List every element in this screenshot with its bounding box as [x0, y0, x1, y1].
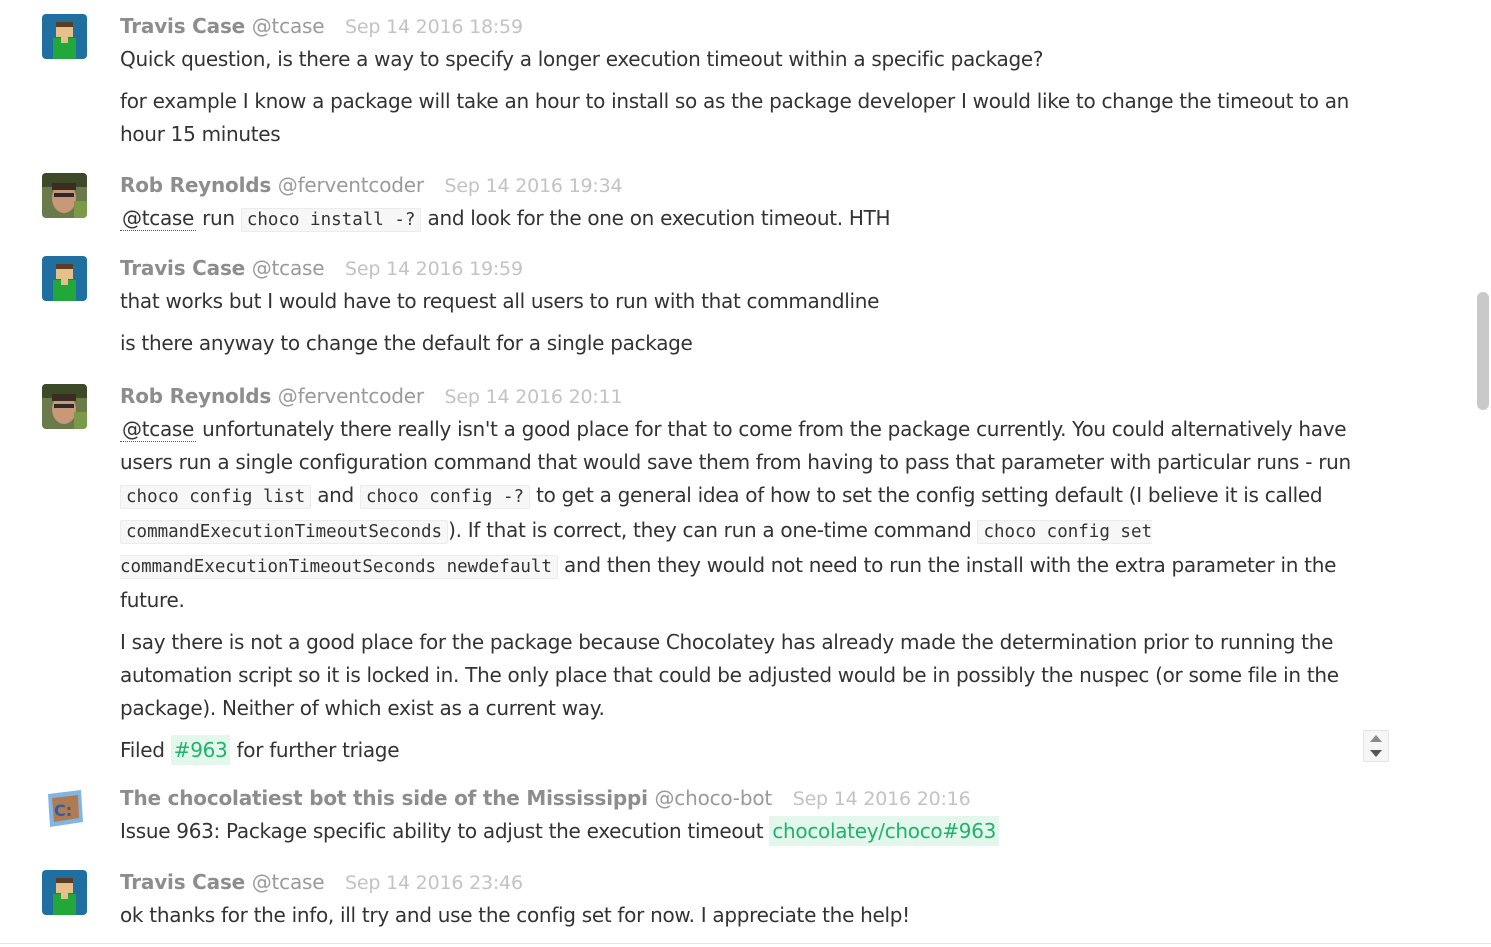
avatar[interactable] — [42, 870, 87, 915]
message-body: ok thanks for the info, ill try and use … — [120, 899, 1395, 941]
author-handle[interactable]: @choco-bot — [655, 786, 773, 810]
message-text: unfortunately there really isn't a good … — [120, 417, 1351, 474]
avatar[interactable] — [42, 384, 87, 429]
message-header: Rob Reynolds @ferventcoder Sep 14 2016 1… — [120, 171, 623, 199]
message-body: @tcase unfortunately there really isn't … — [120, 413, 1395, 776]
message-text: and — [317, 483, 354, 507]
chat-message: Travis Case @tcase Sep 14 2016 19:59 tha… — [0, 242, 1440, 370]
scroll-stepper[interactable] — [1363, 730, 1389, 762]
timestamp[interactable]: Sep 14 2016 20:16 — [793, 788, 971, 810]
avatar[interactable] — [42, 173, 87, 218]
message-text: and look for the one on execution timeou… — [427, 206, 891, 230]
chat-message: C: The chocolatiest bot this side of the… — [0, 772, 1440, 856]
issue-link[interactable]: chocolatey/choco#963 — [769, 816, 1000, 846]
inline-code: commandExecutionTimeoutSeconds — [120, 520, 449, 544]
chat-message: Rob Reynolds @ferventcoder Sep 14 2016 2… — [0, 370, 1440, 772]
message-text: run — [202, 206, 235, 230]
chat-message: Travis Case @tcase Sep 14 2016 18:59 Qui… — [0, 0, 1440, 160]
message-text: Filed — [120, 738, 165, 762]
message-header: Travis Case @tcase Sep 14 2016 18:59 — [120, 12, 523, 40]
message-text: ok thanks for the info, ill try and use … — [120, 903, 910, 927]
user-avatar-icon — [42, 870, 87, 915]
author-handle[interactable]: @tcase — [252, 870, 325, 894]
author-name[interactable]: Rob Reynolds — [120, 173, 271, 197]
author-name[interactable]: The chocolatiest bot this side of the Mi… — [120, 786, 648, 810]
user-mention[interactable]: @tcase — [120, 206, 197, 231]
user-avatar-icon — [42, 14, 87, 59]
user-avatar-icon — [42, 384, 87, 429]
message-body: Quick question, is there a way to specif… — [120, 43, 1395, 160]
user-avatar-icon — [42, 173, 87, 218]
message-text: for further triage — [236, 738, 400, 762]
author-handle[interactable]: @ferventcoder — [278, 384, 424, 408]
author-name[interactable]: Rob Reynolds — [120, 384, 271, 408]
message-header: Travis Case @tcase Sep 14 2016 19:59 — [120, 254, 523, 282]
bot-avatar-icon: C: — [42, 786, 87, 831]
message-text: I say there is not a good place for the … — [120, 630, 1339, 720]
divider — [0, 943, 1491, 944]
message-text: that works but I would have to request a… — [120, 289, 880, 313]
author-handle[interactable]: @ferventcoder — [278, 173, 424, 197]
user-mention[interactable]: @tcase — [120, 417, 197, 442]
user-avatar-icon — [42, 256, 87, 301]
message-text: for example I know a package will take a… — [120, 89, 1350, 146]
issue-link[interactable]: #963 — [170, 735, 231, 765]
message-text: ). If that is correct, they can run a on… — [448, 518, 972, 542]
svg-text:C:: C: — [54, 801, 72, 820]
chat-message: Rob Reynolds @ferventcoder Sep 14 2016 1… — [0, 159, 1440, 243]
chat-feed: Travis Case @tcase Sep 14 2016 18:59 Qui… — [0, 0, 1460, 947]
timestamp[interactable]: Sep 14 2016 18:59 — [345, 16, 523, 38]
message-text: to get a general idea of how to set the … — [536, 483, 1323, 507]
inline-code: choco config -? — [359, 485, 531, 509]
arrow-down-icon[interactable] — [1370, 750, 1382, 757]
chat-message: Travis Case @tcase Sep 14 2016 23:46 ok … — [0, 856, 1440, 940]
message-text: Quick question, is there a way to specif… — [120, 47, 1044, 71]
avatar[interactable]: C: — [42, 786, 87, 831]
timestamp[interactable]: Sep 14 2016 20:11 — [445, 386, 623, 408]
timestamp[interactable]: Sep 14 2016 19:34 — [445, 175, 623, 197]
author-name[interactable]: Travis Case — [120, 870, 245, 894]
scrollbar-thumb[interactable] — [1477, 292, 1489, 410]
message-body: @tcase run choco install -? and look for… — [120, 202, 1395, 246]
message-text: Issue 963: Package specific ability to a… — [120, 819, 764, 843]
inline-code: choco install -? — [240, 208, 422, 232]
scrollbar[interactable] — [1471, 0, 1491, 947]
avatar[interactable] — [42, 14, 87, 59]
message-body: Issue 963: Package specific ability to a… — [120, 815, 1395, 857]
author-handle[interactable]: @tcase — [252, 256, 325, 280]
arrow-up-icon[interactable] — [1370, 735, 1382, 742]
author-handle[interactable]: @tcase — [252, 14, 325, 38]
inline-code: choco config list — [120, 485, 312, 509]
author-name[interactable]: Travis Case — [120, 256, 245, 280]
author-name[interactable]: Travis Case — [120, 14, 245, 38]
message-header: Rob Reynolds @ferventcoder Sep 14 2016 2… — [120, 382, 623, 410]
avatar[interactable] — [42, 256, 87, 301]
timestamp[interactable]: Sep 14 2016 23:46 — [345, 872, 523, 894]
message-body: that works but I would have to request a… — [120, 285, 1395, 369]
timestamp[interactable]: Sep 14 2016 19:59 — [345, 258, 523, 280]
message-text: is there anyway to change the default fo… — [120, 331, 693, 355]
message-header: Travis Case @tcase Sep 14 2016 23:46 — [120, 868, 523, 896]
message-header: The chocolatiest bot this side of the Mi… — [120, 784, 971, 812]
